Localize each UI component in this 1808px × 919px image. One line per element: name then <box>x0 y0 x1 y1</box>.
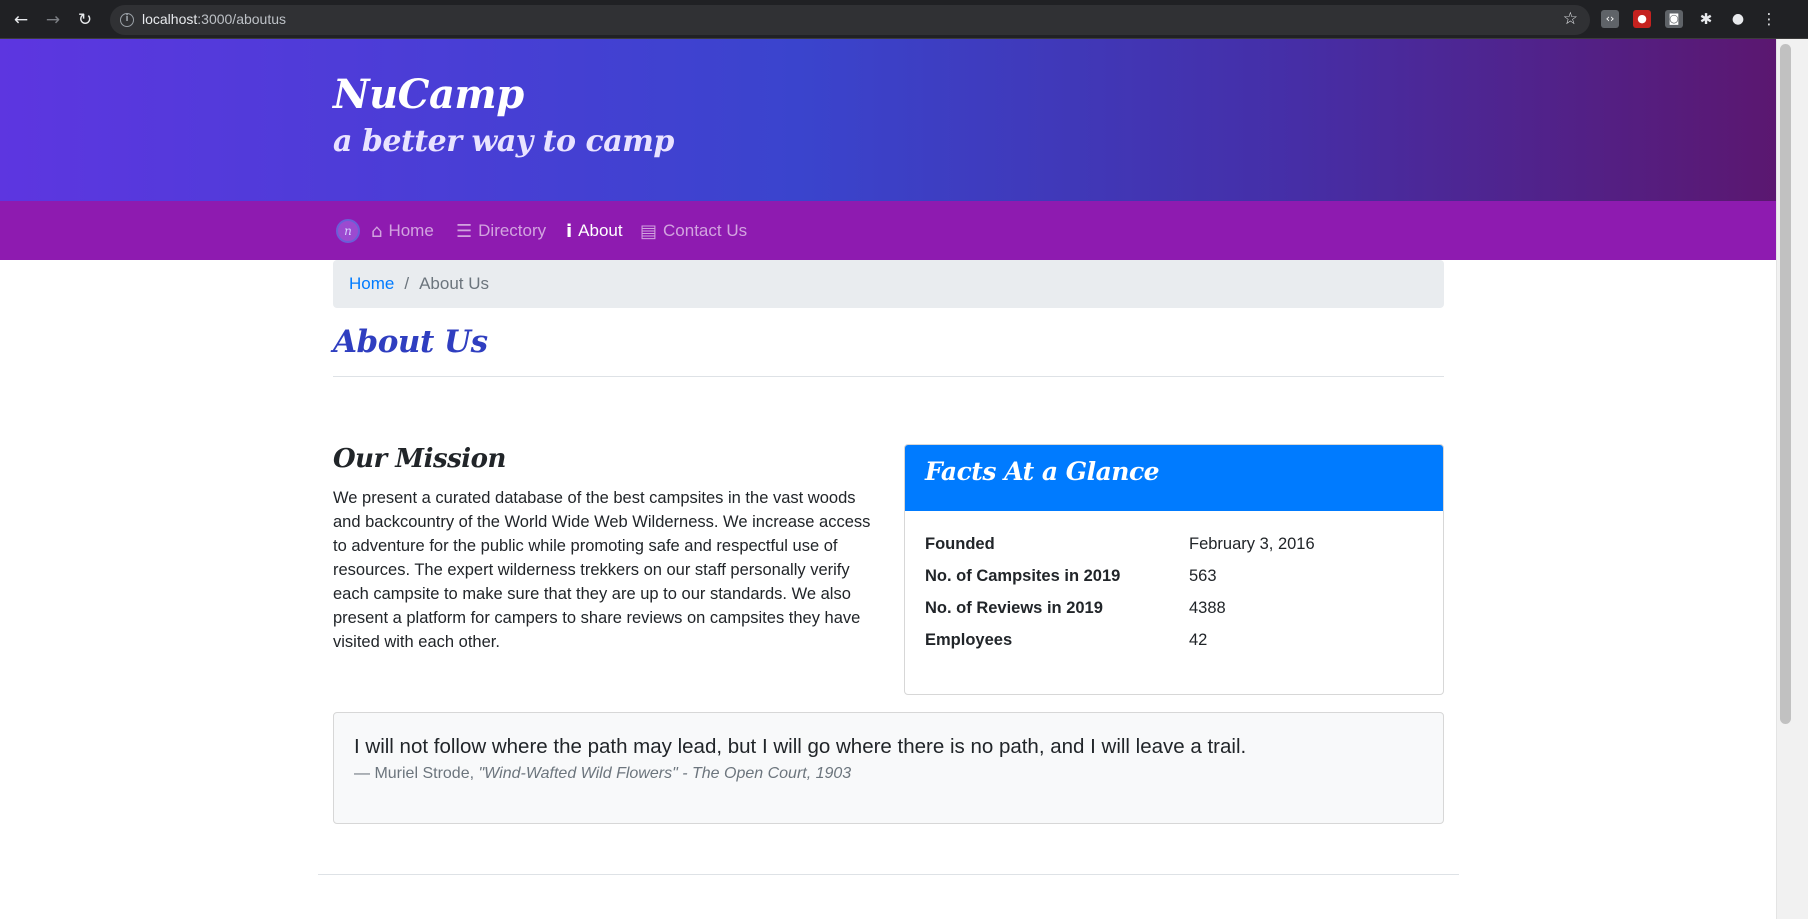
browser-toolbar: ← → ↻ i localhost:3000/aboutus ☆ ‹› ● ◙ … <box>0 0 1808 39</box>
site-info-icon[interactable]: i <box>120 13 134 27</box>
fact-row: No. of Campsites in 2019 563 <box>925 560 1425 592</box>
extension-icon[interactable]: ● <box>1633 10 1651 28</box>
scrollbar-thumb[interactable] <box>1780 44 1791 724</box>
breadcrumb-separator: / <box>404 274 410 293</box>
facts-list: Founded February 3, 2016 No. of Campsite… <box>925 528 1425 656</box>
url-text[interactable]: localhost:3000/aboutus <box>142 11 286 27</box>
facts-card: Facts At a Glance Founded February 3, 20… <box>904 444 1444 695</box>
back-arrow-icon[interactable]: ← <box>10 9 32 31</box>
nav-item-label: About <box>578 221 623 240</box>
nucamp-logo-icon[interactable]: n <box>336 219 360 243</box>
page-viewport: NuCamp a better way to camp n ⌂ Home ☰ D… <box>0 39 1776 919</box>
fact-value: 563 <box>1189 566 1217 585</box>
quote-footer: — Muriel Strode, "Wind-Wafted Wild Flowe… <box>354 765 851 783</box>
page-title: About Us <box>333 324 488 360</box>
forward-arrow-icon[interactable]: → <box>42 9 64 31</box>
brand-tagline: a better way to camp <box>333 124 674 159</box>
nav-item-about[interactable]: i About <box>566 219 623 243</box>
fact-label: Founded <box>925 534 995 553</box>
quote-block: I will not follow where the path may lea… <box>333 712 1444 824</box>
address-card-icon: ▤ <box>640 220 658 242</box>
quote-text: I will not follow where the path may lea… <box>354 735 1247 758</box>
fact-value: 42 <box>1189 630 1208 649</box>
jumbotron: NuCamp a better way to camp <box>0 39 1776 201</box>
nav-item-label: Directory <box>478 221 547 240</box>
breadcrumb: Home / About Us <box>333 260 1444 308</box>
breadcrumb-home-link[interactable]: Home <box>349 274 394 294</box>
fact-value: February 3, 2016 <box>1189 534 1315 553</box>
puzzle-extensions-icon[interactable]: ✱ <box>1697 10 1715 28</box>
nav-item-contact[interactable]: ▤ Contact Us <box>640 219 747 243</box>
fact-label: No. of Campsites in 2019 <box>925 566 1121 585</box>
address-bar[interactable]: i localhost:3000/aboutus ☆ <box>110 5 1590 35</box>
mission-title: Our Mission <box>333 444 506 474</box>
camera-extension-icon[interactable]: ◙ <box>1665 10 1683 28</box>
breadcrumb-current: About Us <box>419 274 490 293</box>
list-icon: ☰ <box>456 220 473 242</box>
fact-label: Employees <box>925 630 1013 649</box>
quote-source: "Wind-Wafted Wild Flowers" - The Open Co… <box>478 765 852 782</box>
devtools-extension-icon[interactable]: ‹› <box>1601 10 1619 28</box>
home-icon: ⌂ <box>371 220 383 242</box>
reload-icon[interactable]: ↻ <box>74 9 96 31</box>
fact-row: Founded February 3, 2016 <box>925 528 1425 560</box>
nav-item-directory[interactable]: ☰ Directory <box>456 219 546 243</box>
fact-value: 4388 <box>1189 598 1226 617</box>
footer-divider <box>318 874 1459 875</box>
profile-icon[interactable]: ● <box>1729 10 1747 28</box>
brand-title: NuCamp <box>333 71 524 118</box>
facts-card-title: Facts At a Glance <box>925 457 1160 486</box>
fact-row: Employees 42 <box>925 624 1425 656</box>
nav-item-home[interactable]: ⌂ Home <box>371 219 434 243</box>
quote-author: — Muriel Strode, <box>354 765 475 782</box>
info-icon: i <box>566 220 573 242</box>
title-divider <box>333 376 1444 377</box>
kebab-menu-icon[interactable]: ⋮ <box>1760 10 1778 28</box>
fact-row: No. of Reviews in 2019 4388 <box>925 592 1425 624</box>
bookmark-star-icon[interactable]: ☆ <box>1563 9 1578 29</box>
nav-item-label: Contact Us <box>663 221 748 240</box>
nav-item-label: Home <box>388 221 434 240</box>
navbar: n ⌂ Home ☰ Directory i About ▤ Contact U… <box>0 201 1776 260</box>
url-host: localhost <box>142 11 198 27</box>
mission-text: We present a curated database of the bes… <box>333 489 871 651</box>
facts-card-header: Facts At a Glance <box>905 445 1443 511</box>
fact-label: No. of Reviews in 2019 <box>925 598 1103 617</box>
url-path: :3000/aboutus <box>197 11 287 27</box>
